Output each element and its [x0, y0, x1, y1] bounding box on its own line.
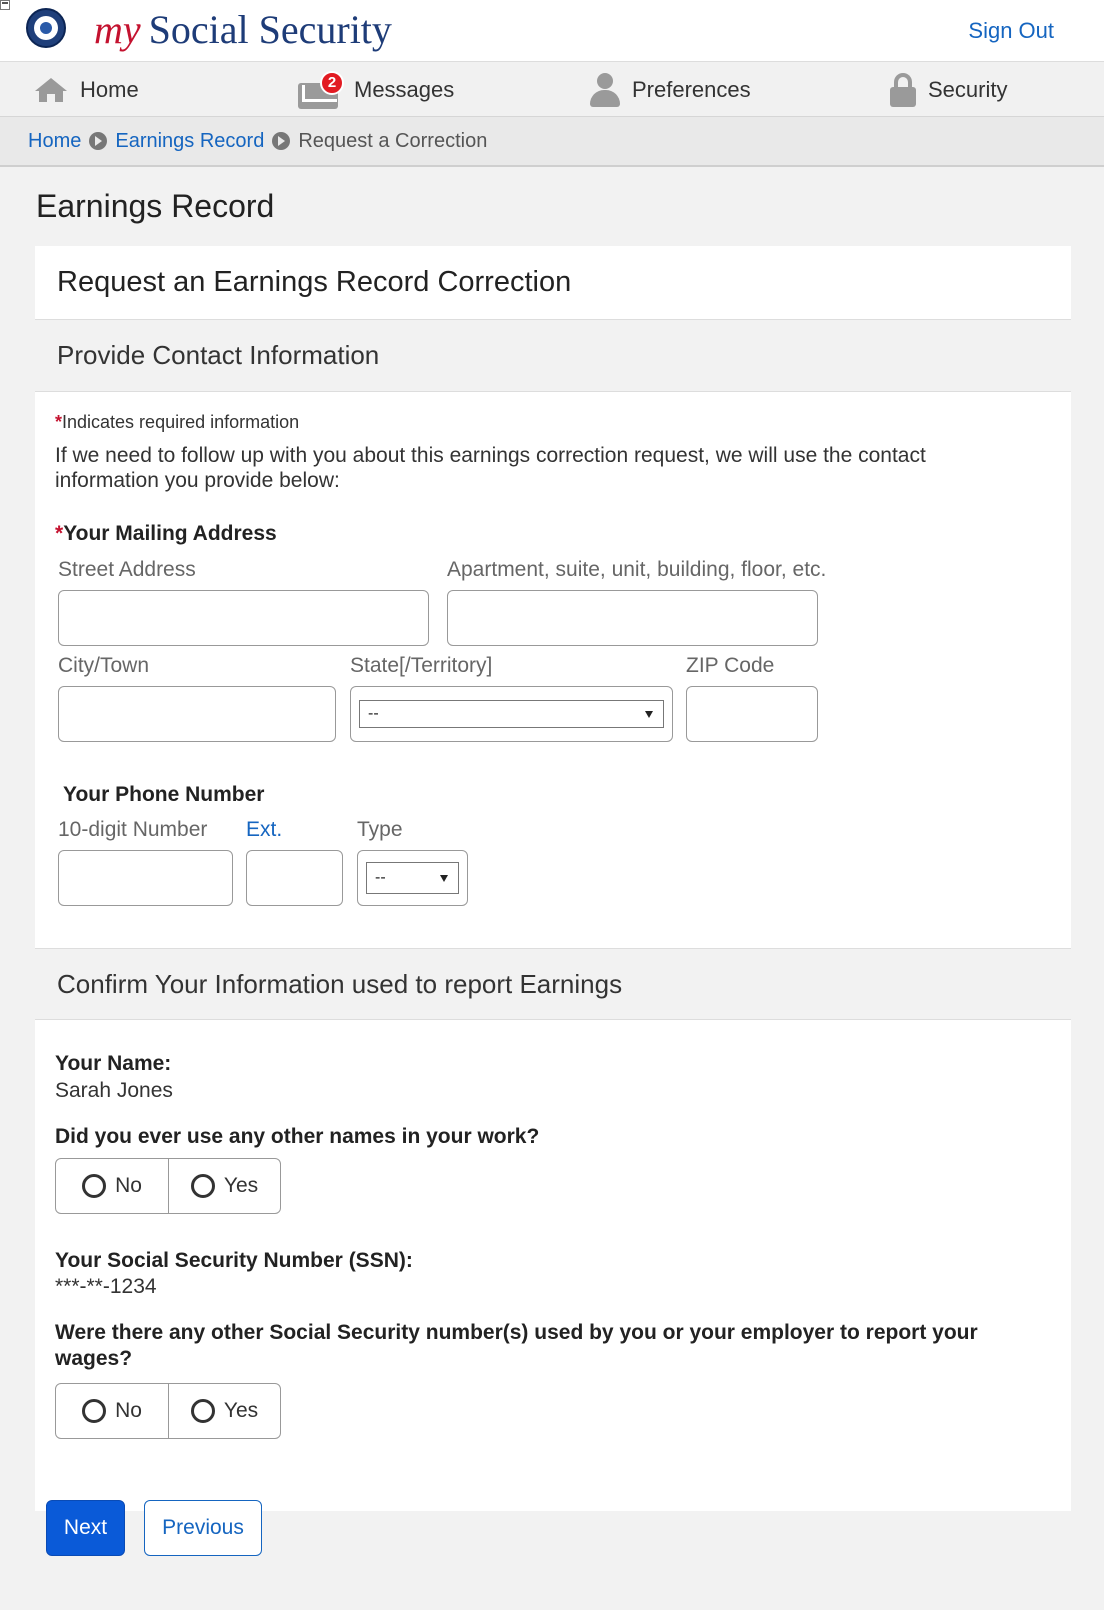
- nav-item-label: Security: [928, 76, 1008, 102]
- caret-down-icon: [645, 711, 653, 718]
- contact-section: *Indicates required information If we ne…: [35, 392, 1071, 948]
- breadcrumb-current: Request a Correction: [298, 129, 488, 152]
- city-label: City/Town: [58, 654, 150, 677]
- top-header: my Social Security Sign Out: [0, 0, 1104, 62]
- mailing-address-text: Your Mailing Address: [63, 522, 277, 545]
- nav-item-label: Preferences: [632, 76, 751, 102]
- nav-item-home[interactable]: Home: [34, 62, 139, 117]
- phone-number-label: Your Phone Number: [63, 783, 265, 806]
- required-star: *: [55, 412, 63, 432]
- required-star: *: [55, 522, 64, 545]
- brand-name: Social Security: [148, 7, 392, 52]
- other-ssn-yes-radio[interactable]: Yes: [168, 1384, 280, 1438]
- correction-card: Request an Earnings Record Correction Pr…: [35, 246, 1071, 1511]
- next-button[interactable]: Next: [46, 1500, 125, 1556]
- other-names-yes-radio[interactable]: Yes: [168, 1159, 280, 1213]
- card-title: Request an Earnings Record Correction: [35, 246, 1071, 320]
- phone-ext-label[interactable]: Ext.: [246, 818, 282, 842]
- ssn-value: ***-**-1234: [55, 1275, 157, 1298]
- name-label: Your Name:: [55, 1052, 172, 1075]
- other-names-question: Did you ever use any other names in your…: [55, 1125, 540, 1148]
- mailing-address-label: *Your Mailing Address: [55, 522, 277, 546]
- required-note-text: Indicates required information: [62, 412, 300, 432]
- chevron-right-icon: [272, 132, 291, 150]
- phone-number-input[interactable]: [58, 850, 233, 906]
- contact-section-heading: Provide Contact Information: [35, 320, 1071, 392]
- user-icon: [590, 72, 620, 107]
- chevron-right-icon: [89, 132, 108, 150]
- breadcrumb-home[interactable]: Home: [28, 130, 81, 153]
- apartment-label: Apartment, suite, unit, building, floor,…: [447, 558, 827, 581]
- radio-circle-icon: [190, 1399, 215, 1423]
- messages-badge: 2: [320, 70, 344, 95]
- phone-type-label: Type: [357, 818, 403, 841]
- state-select[interactable]: --: [350, 686, 673, 742]
- street-address-label: Street Address: [58, 558, 196, 581]
- caret-down-icon: [440, 875, 448, 882]
- brand-title[interactable]: my Social Security: [94, 6, 392, 53]
- ssa-seal-logo: [26, 8, 66, 48]
- lock-icon: [890, 72, 916, 107]
- breadcrumb-earnings-record[interactable]: Earnings Record: [115, 130, 264, 153]
- envelope-icon: 2: [298, 70, 344, 109]
- nav-item-label: Home: [80, 76, 139, 102]
- other-names-no-radio[interactable]: No: [56, 1159, 168, 1213]
- page-title: Earnings Record: [36, 188, 275, 224]
- home-icon: [34, 77, 68, 103]
- state-select-value[interactable]: --: [359, 700, 664, 728]
- sign-out-link[interactable]: Sign Out: [968, 18, 1054, 44]
- other-ssn-question: Were there any other Social Security num…: [55, 1321, 978, 1370]
- state-selected-text: --: [368, 705, 379, 722]
- brand-my: my: [94, 7, 141, 52]
- confirm-section-heading: Confirm Your Information used to report …: [35, 948, 1071, 1020]
- radio-circle-icon: [82, 1174, 107, 1198]
- radio-label-yes: Yes: [223, 1174, 259, 1197]
- window-minimize-icon[interactable]: [0, 0, 10, 10]
- nav-item-security[interactable]: Security: [890, 62, 1007, 117]
- zip-input[interactable]: [686, 686, 818, 742]
- nav-item-messages[interactable]: 2 Messages: [298, 62, 454, 117]
- phone-type-selected-text: --: [375, 869, 386, 886]
- nav-item-preferences[interactable]: Preferences: [590, 62, 751, 117]
- state-label: State[/Territory]: [350, 654, 493, 677]
- phone-ext-input[interactable]: [246, 850, 343, 906]
- ssn-label: Your Social Security Number (SSN):: [55, 1249, 413, 1272]
- main-nav: Home 2 Messages Preferences Security: [0, 62, 1104, 117]
- city-input[interactable]: [58, 686, 336, 742]
- phone-type-select-value[interactable]: --: [366, 862, 459, 894]
- required-note: *Indicates required information: [55, 412, 299, 433]
- other-ssn-no-radio[interactable]: No: [56, 1384, 168, 1438]
- radio-circle-icon: [82, 1399, 107, 1423]
- other-ssn-radio-group: No Yes: [55, 1383, 281, 1439]
- previous-button[interactable]: Previous: [144, 1500, 262, 1556]
- radio-label-no: No: [115, 1174, 142, 1197]
- zip-label: ZIP Code: [686, 654, 775, 677]
- street-address-input[interactable]: [58, 590, 429, 646]
- radio-circle-icon: [190, 1174, 215, 1198]
- radio-label-yes: Yes: [223, 1399, 259, 1422]
- phone-type-select[interactable]: --: [357, 850, 468, 906]
- name-value: Sarah Jones: [55, 1079, 173, 1102]
- apartment-input[interactable]: [447, 590, 818, 646]
- contact-intro: If we need to follow up with you about t…: [55, 444, 926, 492]
- nav-item-label: Messages: [354, 76, 455, 102]
- other-names-radio-group: No Yes: [55, 1158, 281, 1214]
- confirm-section: Your Name: Sarah Jones Did you ever use …: [35, 1020, 1071, 1510]
- radio-label-no: No: [115, 1399, 142, 1422]
- breadcrumb: Home Earnings Record Request a Correctio…: [0, 117, 1104, 167]
- phone-10digit-label: 10-digit Number: [58, 818, 208, 841]
